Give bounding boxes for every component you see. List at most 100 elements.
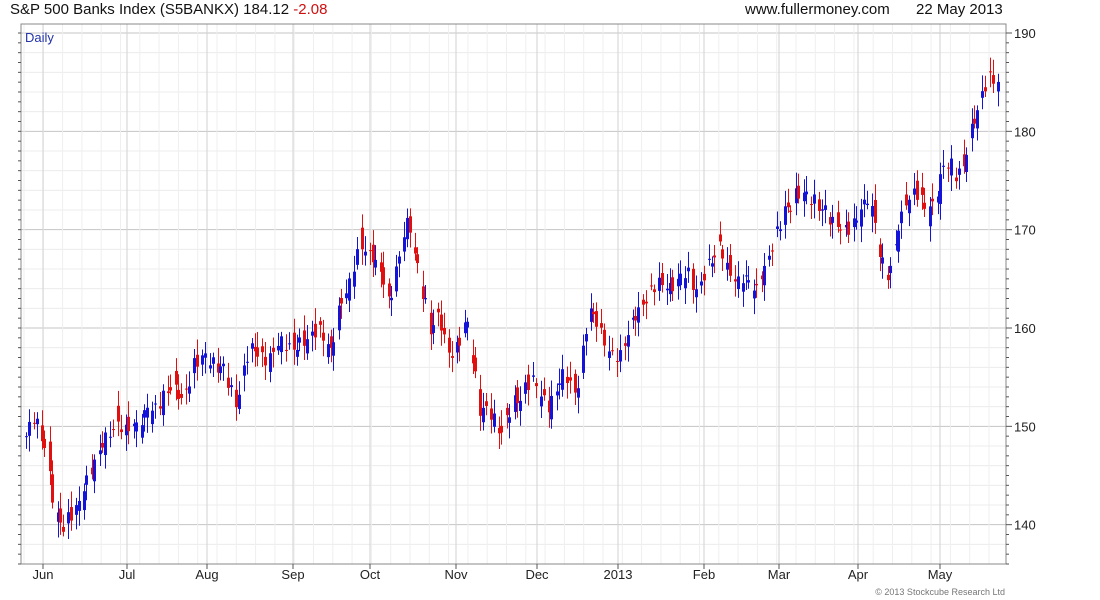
candle-up (298, 337, 301, 343)
candle-down (671, 277, 674, 292)
candle-down (409, 216, 412, 233)
candle-down (261, 346, 264, 353)
candle-up (821, 209, 824, 211)
candle-down (227, 377, 230, 388)
candle-up (151, 410, 154, 425)
candle-up (277, 345, 280, 351)
candle-up (695, 289, 698, 298)
candle-down (569, 377, 572, 381)
candle-up (824, 205, 827, 210)
candle-up (424, 298, 427, 300)
candle-down (713, 255, 716, 258)
candle-down (490, 408, 493, 420)
candle-down (955, 177, 958, 182)
candle-up (36, 418, 39, 425)
candle-up (395, 266, 398, 292)
candle-down (603, 329, 606, 346)
candle-up (582, 345, 585, 373)
candle-down (169, 387, 172, 391)
candle-up (230, 385, 233, 388)
candle-down (818, 199, 821, 211)
y-tick-label: 180 (1014, 124, 1036, 139)
x-tick-label: May (928, 567, 953, 582)
y-axis: 140 150 160 170 180 190 (18, 26, 1036, 565)
candle-up (590, 308, 593, 322)
candle-up (608, 351, 611, 358)
candle-down (422, 286, 425, 300)
candle-up (146, 407, 149, 418)
candle-up (374, 259, 377, 268)
candle-up (338, 305, 341, 331)
candle-up (141, 425, 144, 438)
candle-up (238, 394, 241, 409)
candle-up (711, 263, 714, 267)
x-tick-label: 2013 (604, 567, 633, 582)
candle-down (451, 356, 454, 358)
candle-up (658, 277, 661, 291)
candle-up (958, 168, 961, 175)
candle-down (59, 508, 62, 523)
candle-down (729, 255, 732, 276)
candle-up (524, 382, 527, 394)
candle-down (43, 438, 46, 448)
candle-up (779, 229, 782, 232)
candle-up (353, 271, 356, 287)
candle-up (345, 293, 348, 299)
candle-up (913, 188, 916, 195)
candle-up (519, 400, 522, 411)
candle-up (950, 158, 953, 176)
candle-up (296, 349, 299, 357)
candle-down (285, 349, 288, 351)
candle-down (973, 118, 976, 124)
candle-up (745, 275, 748, 277)
candle-up (976, 110, 979, 129)
candle-down (566, 376, 569, 384)
candle-up (154, 403, 157, 405)
candle-up (700, 281, 703, 286)
candle-up (332, 342, 335, 356)
candle-up (83, 491, 86, 511)
candle-up (532, 375, 535, 377)
candle-down (771, 250, 774, 252)
candle-down (448, 337, 451, 353)
candle-up (737, 276, 740, 290)
candle-down (703, 273, 706, 281)
candle-up (482, 407, 485, 423)
candle-down (372, 244, 375, 263)
candle-down (787, 202, 790, 208)
candle-up (143, 410, 146, 418)
candle-up (311, 331, 314, 336)
candle-up (406, 217, 409, 240)
candle-down (303, 330, 306, 346)
period-label: Daily (25, 30, 54, 45)
candle-up (348, 278, 351, 301)
candle-down (721, 249, 724, 259)
candle-up (939, 174, 942, 204)
candle-down (127, 416, 130, 432)
candle-down (797, 185, 800, 199)
x-tick-label: Feb (693, 567, 715, 582)
candle-up (550, 395, 553, 420)
x-tick-label: Nov (444, 567, 468, 582)
candle-down (650, 285, 653, 287)
candle-up (784, 206, 787, 225)
candle-down (322, 332, 325, 341)
candle-down (319, 321, 322, 325)
candle-up (135, 422, 138, 432)
candle-down (916, 180, 919, 200)
candle-down (789, 210, 792, 212)
candle-down (905, 194, 908, 206)
candle-down (810, 204, 813, 206)
candle-up (666, 288, 669, 291)
candle-up (466, 321, 469, 328)
candle-down (175, 370, 178, 385)
candle-down (264, 356, 267, 366)
y-tick-label: 160 (1014, 321, 1036, 336)
candle-down (314, 323, 317, 338)
candle-up (246, 361, 249, 363)
candle-down (527, 374, 530, 391)
candle-down (458, 337, 461, 346)
candle-up (25, 436, 28, 438)
candle-down (611, 350, 614, 352)
candle-up (889, 265, 892, 274)
